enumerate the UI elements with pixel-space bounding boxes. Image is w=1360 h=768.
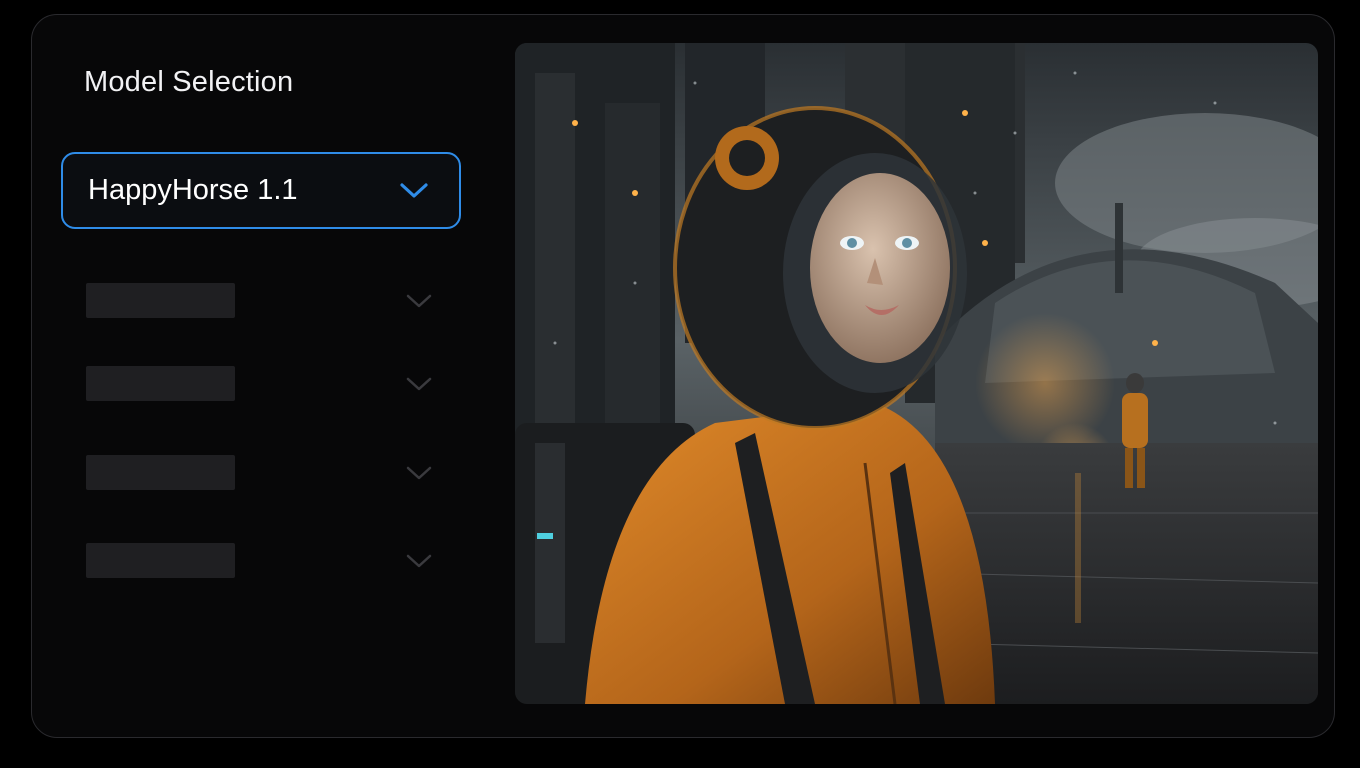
model-select-value: HappyHorse 1.1 — [88, 174, 298, 206]
astronaut-scene-image — [515, 43, 1318, 704]
placeholder-label — [86, 283, 235, 318]
placeholder-dropdown-3[interactable] — [86, 455, 436, 491]
panel-title: Model Selection — [84, 66, 294, 98]
chevron-down-icon — [399, 182, 429, 205]
chevron-down-icon — [406, 294, 432, 313]
placeholder-label — [86, 455, 235, 490]
placeholder-dropdown-1[interactable] — [86, 283, 436, 319]
chevron-down-icon — [406, 554, 432, 573]
placeholder-dropdown-2[interactable] — [86, 366, 436, 402]
model-select-dropdown[interactable]: HappyHorse 1.1 — [61, 152, 461, 229]
placeholder-label — [86, 366, 235, 401]
chevron-down-icon — [406, 466, 432, 485]
chevron-down-icon — [406, 377, 432, 396]
placeholder-dropdown-4[interactable] — [86, 543, 436, 579]
generated-image-preview — [515, 43, 1318, 704]
placeholder-label — [86, 543, 235, 578]
